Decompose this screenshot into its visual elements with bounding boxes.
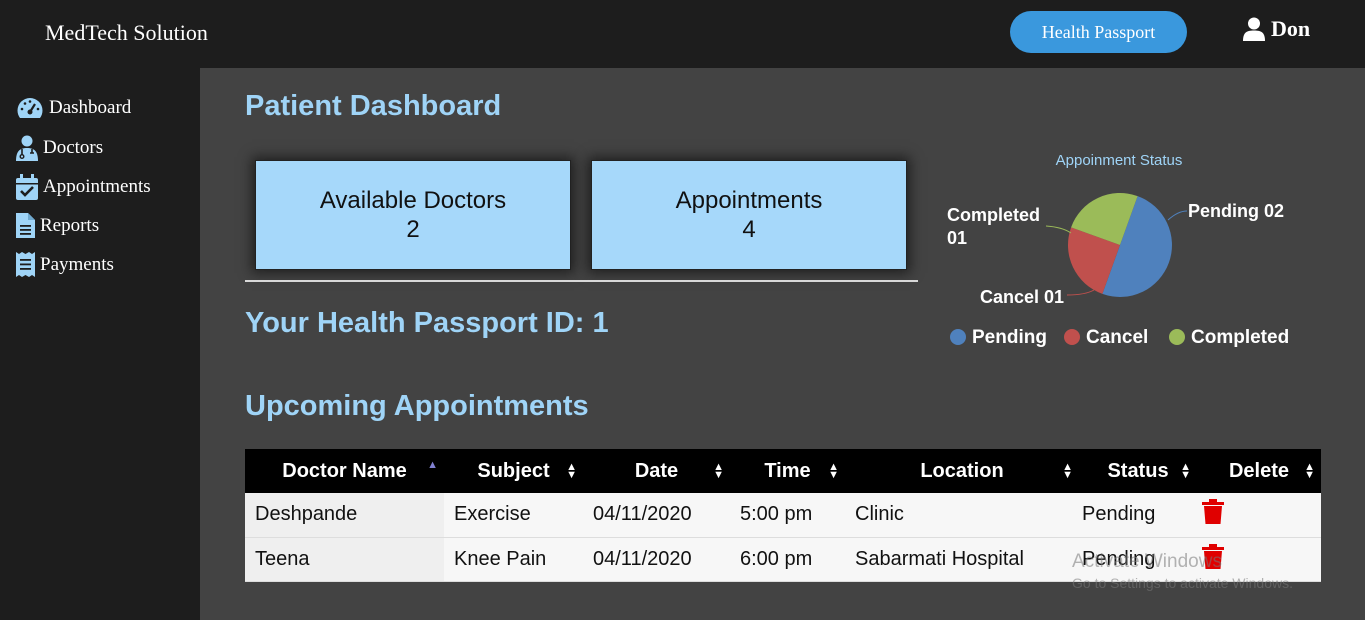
health-passport-button[interactable]: Health Passport bbox=[1010, 11, 1187, 53]
legend-marker-completed bbox=[1169, 329, 1185, 345]
card-label: Available Doctors bbox=[319, 187, 507, 214]
sort-icon: ▲ ▼ bbox=[1062, 461, 1073, 481]
cell-subject: Exercise bbox=[454, 503, 531, 526]
cell-doctor: Deshpande bbox=[245, 493, 444, 537]
cell-doctor: Teena bbox=[245, 537, 444, 581]
sidebar-item-label: Payments bbox=[40, 253, 114, 275]
cell-subject: Knee Pain bbox=[454, 547, 547, 570]
health-passport-id: Your Health Passport ID: 1 bbox=[245, 307, 609, 339]
legend-marker-pending bbox=[950, 329, 966, 345]
activate-windows-watermark: Activate Windows bbox=[1072, 551, 1222, 572]
divider bbox=[245, 280, 918, 282]
sidebar-item-appointments[interactable]: Appointments bbox=[16, 174, 151, 200]
column-header-location[interactable]: Location ▲ ▼ bbox=[845, 449, 1079, 493]
cell-delete bbox=[1197, 493, 1321, 537]
slice-label-pending: Pending 02 bbox=[1188, 201, 1284, 221]
doctor-icon bbox=[16, 135, 38, 161]
sidebar-item-label: Reports bbox=[40, 214, 100, 236]
sort-asc-icon: ▲ bbox=[427, 459, 438, 471]
cell-time: 5:00 pm bbox=[740, 503, 813, 526]
card-value: 2 bbox=[406, 216, 420, 243]
sidebar-item-label: Appointments bbox=[43, 176, 151, 197]
legend-label-completed: Completed bbox=[1191, 327, 1289, 348]
leader-line bbox=[1167, 210, 1188, 221]
slice-label-cancel: Cancel 01 bbox=[980, 287, 1064, 307]
dashboard-gauge-icon bbox=[17, 98, 43, 118]
activate-windows-subtext: Go to Settings to activate Windows. bbox=[1072, 575, 1293, 591]
sidebar-item-label: Dashboard bbox=[49, 97, 132, 118]
table-header-row: Doctor Name ▲ Subject ▲ ▼ Date ▲ ▼ Time ▲ ▼ Loc… bbox=[245, 449, 1321, 493]
cell-time: 6:00 pm bbox=[740, 547, 813, 570]
user-name: Don bbox=[1271, 16, 1311, 41]
column-header-doctor-name[interactable]: Doctor Name ▲ bbox=[245, 449, 444, 493]
receipt-icon bbox=[16, 252, 35, 277]
user-icon bbox=[1243, 17, 1265, 41]
slice-label-completed: Completed 01 bbox=[947, 205, 1045, 248]
calendar-check-icon bbox=[16, 174, 38, 200]
cell-location: Sabarmati Hospital bbox=[855, 547, 1024, 570]
chart-title: Appoinment Status bbox=[1056, 152, 1183, 169]
sidebar-item-dashboard[interactable]: Dashboard bbox=[16, 96, 131, 120]
legend-label-cancel: Cancel bbox=[1086, 327, 1148, 348]
legend-marker-cancel bbox=[1064, 329, 1080, 345]
sidebar-item-reports[interactable]: Reports bbox=[16, 213, 99, 238]
column-header-status[interactable]: Status ▲ ▼ bbox=[1079, 449, 1197, 493]
legend-label-pending: Pending bbox=[972, 327, 1047, 348]
sort-icon: ▲ ▼ bbox=[1304, 461, 1315, 481]
sidebar-item-doctors[interactable]: Doctors bbox=[16, 135, 103, 161]
top-navbar: MedTech Solution Health Passport Don bbox=[0, 0, 1365, 68]
column-header-subject[interactable]: Subject ▲ ▼ bbox=[444, 449, 583, 493]
sidebar-item-payments[interactable]: Payments bbox=[16, 252, 114, 277]
card-value: 4 bbox=[742, 216, 756, 243]
column-header-delete[interactable]: Delete ▲ ▼ bbox=[1197, 449, 1321, 493]
page-title: Patient Dashboard bbox=[245, 90, 502, 122]
sidebar: Dashboard Doctors Appointments Reports P… bbox=[0, 68, 200, 620]
column-header-date[interactable]: Date ▲ ▼ bbox=[583, 449, 730, 493]
cell-date: 04/11/2020 bbox=[593, 547, 692, 570]
sort-icon: ▲ ▼ bbox=[566, 461, 577, 481]
cell-status: Pending bbox=[1082, 503, 1156, 526]
upcoming-appointments-title: Upcoming Appointments bbox=[245, 390, 589, 422]
sidebar-item-label: Doctors bbox=[43, 137, 104, 158]
sort-icon: ▲ ▼ bbox=[713, 461, 724, 481]
card-label: Appointments bbox=[675, 187, 823, 214]
leader-line bbox=[1045, 225, 1072, 234]
sort-icon: ▲ ▼ bbox=[1180, 461, 1191, 481]
column-header-time[interactable]: Time ▲ ▼ bbox=[730, 449, 845, 493]
table-row: Deshpande Exercise 04/11/2020 5:00 pm Cl… bbox=[245, 493, 1321, 537]
leader-line bbox=[1066, 289, 1095, 296]
cell-location: Clinic bbox=[855, 503, 904, 526]
user-menu[interactable]: Don bbox=[1243, 16, 1310, 42]
sort-icon: ▲ ▼ bbox=[828, 461, 839, 481]
appointments-card[interactable]: Appointments 4 bbox=[591, 160, 907, 270]
available-doctors-card[interactable]: Available Doctors 2 bbox=[255, 160, 571, 270]
appointment-status-chart: Appoinment Status Pending 02 Cancel 01 C… bbox=[947, 152, 1289, 348]
file-icon bbox=[16, 213, 35, 238]
cell-date: 04/11/2020 bbox=[593, 503, 692, 526]
trash-icon[interactable] bbox=[1202, 499, 1224, 525]
brand-title[interactable]: MedTech Solution bbox=[45, 20, 208, 46]
